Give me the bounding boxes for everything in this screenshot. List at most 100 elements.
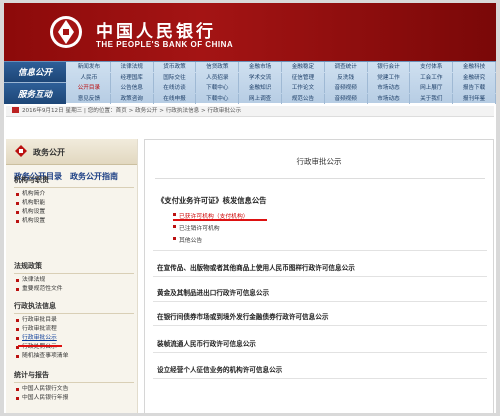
sidebar-section: 行政执法信息 行政审批目录 行政审批流程 行政审批公示 行政处罚公示 随机抽查事项清单 — [14, 301, 134, 361]
nav-item[interactable]: 征信管理 — [282, 72, 325, 83]
sub-link-cancelled-institutions[interactable]: 已注销许可机构 — [173, 223, 220, 232]
sidebar-item[interactable]: 行政审批流程 — [14, 325, 134, 334]
nav-item[interactable]: 工会工作 — [410, 72, 454, 83]
nav-item[interactable]: 信贷政策 — [196, 62, 240, 72]
breadcrumb: 2016年9月12日 星期三 | 您的位置：首页 > 政务公开 > 行政执法信息… — [6, 106, 494, 117]
sidebar-item[interactable]: 随机抽查事项清单 — [14, 352, 134, 361]
nav-item[interactable]: 新闻发布 — [68, 62, 111, 72]
nav-item[interactable]: 金融稳定 — [282, 62, 325, 72]
nav-side-service-interaction[interactable]: 服务互动 — [4, 83, 66, 104]
sidebar-section-divider — [14, 273, 134, 274]
sidebar-section: 统计与报告中国人民银行文告 中国人民银行年报 — [14, 370, 134, 403]
nav-item[interactable]: 在线申报 — [154, 93, 197, 104]
nav-row: 人民币 经理国库 国际交往 人员招录 学术交流 征信管理 反洗钱 党建工作 工会工作 金融研究 — [68, 72, 496, 83]
approval-item-link[interactable]: 装帧流通人民币行政许可信息公示 — [157, 338, 256, 348]
page-title: 行政审批公示 — [296, 157, 342, 166]
nav-item[interactable]: 调查统计 — [325, 62, 368, 72]
main-nav: 信息公开 服务互动 新闻发布 法律法规 货币政策 信贷政策 金融市场 金融稳定 调查统计 银行… — [4, 61, 496, 104]
sidebar-section: 机构与职责 机构简介 机构职能 机构设置 机构设置 — [14, 175, 134, 226]
sidebar-item[interactable]: 机构设置 — [14, 208, 134, 217]
nav-row: 公开目录 公告信息 在线访谈 下载中心 金融知识 工作论文 音频视频 市场动态 网上展厅 报告下载 — [68, 83, 496, 93]
highlight-underline — [173, 219, 267, 221]
nav-item[interactable]: 公告信息 — [111, 83, 154, 93]
nav-item[interactable]: 支付体系 — [410, 62, 454, 72]
sidebar-item[interactable]: 中国人民银行文告 — [14, 385, 134, 394]
nav-item[interactable]: 法律法规 — [111, 62, 154, 72]
nav-item[interactable]: 网上调查 — [239, 93, 282, 104]
nav-item[interactable]: 公开目录 — [68, 83, 111, 93]
item-divider — [153, 378, 487, 379]
sidebar-item[interactable]: 行政审批目录 — [14, 316, 134, 325]
nav-item[interactable]: 政策咨询 — [111, 93, 154, 104]
nav-item[interactable]: 在线访谈 — [154, 83, 197, 93]
sidebar-section-title: 统计与报告 — [14, 371, 49, 379]
sidebar-item[interactable]: 机构设置 — [14, 217, 134, 226]
nav-item[interactable]: 音频视频 — [325, 93, 368, 104]
nav-item[interactable]: 人民币 — [68, 72, 111, 83]
nav-item[interactable]: 金融科技 — [453, 62, 496, 72]
nav-item[interactable]: 反洗钱 — [325, 72, 368, 83]
approval-item-link[interactable]: 设立经营个人征信业务的机构许可信息公示 — [157, 364, 282, 374]
nav-item[interactable]: 货币政策 — [154, 62, 197, 72]
bank-name-cn: 中国人民银行 — [96, 22, 216, 42]
item-divider — [153, 276, 487, 277]
sidebar-section-divider — [14, 187, 134, 188]
sidebar-header: 政务公开 — [6, 139, 137, 165]
sidebar-item[interactable]: 行政审批公示 — [14, 334, 134, 343]
title-divider — [155, 178, 485, 179]
nav-item[interactable]: 关于我们 — [410, 93, 454, 104]
nav-item[interactable]: 意见反馈 — [68, 93, 111, 104]
sidebar-section-title: 法规政策 — [14, 262, 42, 270]
main-content: 行政审批公示 《支付业务许可证》核发信息公告 已获许可机构（支付机构） 已注销许… — [144, 139, 494, 413]
nav-item[interactable]: 市场动态 — [368, 83, 411, 93]
nav-item[interactable]: 金融研究 — [453, 72, 496, 83]
sidebar-section-divider — [14, 382, 134, 383]
nav-item[interactable]: 学术交流 — [239, 72, 282, 83]
nav-item[interactable]: 市场动态 — [368, 93, 411, 104]
nav-item[interactable]: 金融市场 — [239, 62, 282, 72]
item-divider — [153, 325, 487, 326]
nav-item[interactable]: 规范公告 — [282, 93, 325, 104]
sidebar-item[interactable]: 中国人民银行年报 — [14, 394, 134, 403]
nav-item[interactable]: 报刊年鉴 — [453, 93, 496, 104]
approval-item-link[interactable]: 在银行间债券市场或到境外发行金融债券行政许可信息公示 — [157, 311, 328, 321]
license-notice-title[interactable]: 《支付业务许可证》核发信息公告 — [157, 196, 266, 206]
home-icon — [12, 107, 19, 113]
nav-item[interactable]: 下载中心 — [196, 93, 240, 104]
nav-item[interactable]: 党建工作 — [368, 72, 411, 83]
nav-side-info-disclosure[interactable]: 信息公开 — [4, 62, 66, 83]
sub-link-other-notices[interactable]: 其他公告 — [173, 235, 202, 244]
sidebar-item[interactable]: 重要规范性文件 — [14, 285, 134, 294]
breadcrumb-text: 2016年9月12日 星期三 | 您的位置：首页 > 政务公开 > 行政执法信息… — [22, 108, 242, 114]
bank-name-en: THE PEOPLE'S BANK OF CHINA — [96, 40, 234, 49]
item-divider — [153, 250, 487, 251]
sidebar-logo-icon — [15, 145, 27, 157]
nav-item[interactable]: 音频视频 — [325, 83, 368, 93]
nav-item[interactable]: 国际交往 — [154, 72, 197, 83]
sidebar-item[interactable]: 机构职能 — [14, 199, 134, 208]
browser-page: 中国人民银行 THE PEOPLE'S BANK OF CHINA 信息公开 服… — [4, 3, 496, 413]
nav-item[interactable]: 网上展厅 — [410, 83, 454, 93]
sidebar-section-title: 机构与职责 — [14, 176, 49, 184]
item-divider — [153, 301, 487, 302]
sidebar-section-title: 行政执法信息 — [14, 302, 56, 310]
nav-item[interactable]: 金融知识 — [239, 83, 282, 93]
nav-item[interactable]: 工作论文 — [282, 83, 325, 93]
nav-item[interactable]: 下载中心 — [196, 83, 240, 93]
nav-item[interactable]: 报告下载 — [453, 83, 496, 93]
sidebar-item[interactable]: 法律法规 — [14, 276, 134, 285]
nav-item[interactable]: 人员招录 — [196, 72, 240, 83]
pboc-logo-icon — [50, 16, 82, 48]
sidebar-highlight-underline — [18, 345, 62, 347]
left-sidebar: 政务公开 政务公开目录 政务公开指南 机构与职责 机构简介 机构职能 机构设置 机构设置法… — [6, 139, 138, 413]
nav-item[interactable]: 经理国库 — [111, 72, 154, 83]
sidebar-title: 政务公开 — [33, 148, 65, 157]
item-divider — [153, 352, 487, 353]
approval-item-link[interactable]: 黄金及其制品进出口行政许可信息公示 — [157, 287, 269, 297]
header-banner: 中国人民银行 THE PEOPLE'S BANK OF CHINA — [4, 3, 496, 61]
sidebar-section: 法规政策法律法规 重要规范性文件 — [14, 261, 134, 294]
sidebar-item[interactable]: 机构简介 — [14, 190, 134, 199]
nav-item[interactable]: 银行会计 — [368, 62, 411, 72]
approval-item-link[interactable]: 在宣传品、出版物或者其他商品上使用人民币图样行政许可信息公示 — [157, 262, 355, 272]
sidebar-section-divider — [14, 313, 134, 314]
